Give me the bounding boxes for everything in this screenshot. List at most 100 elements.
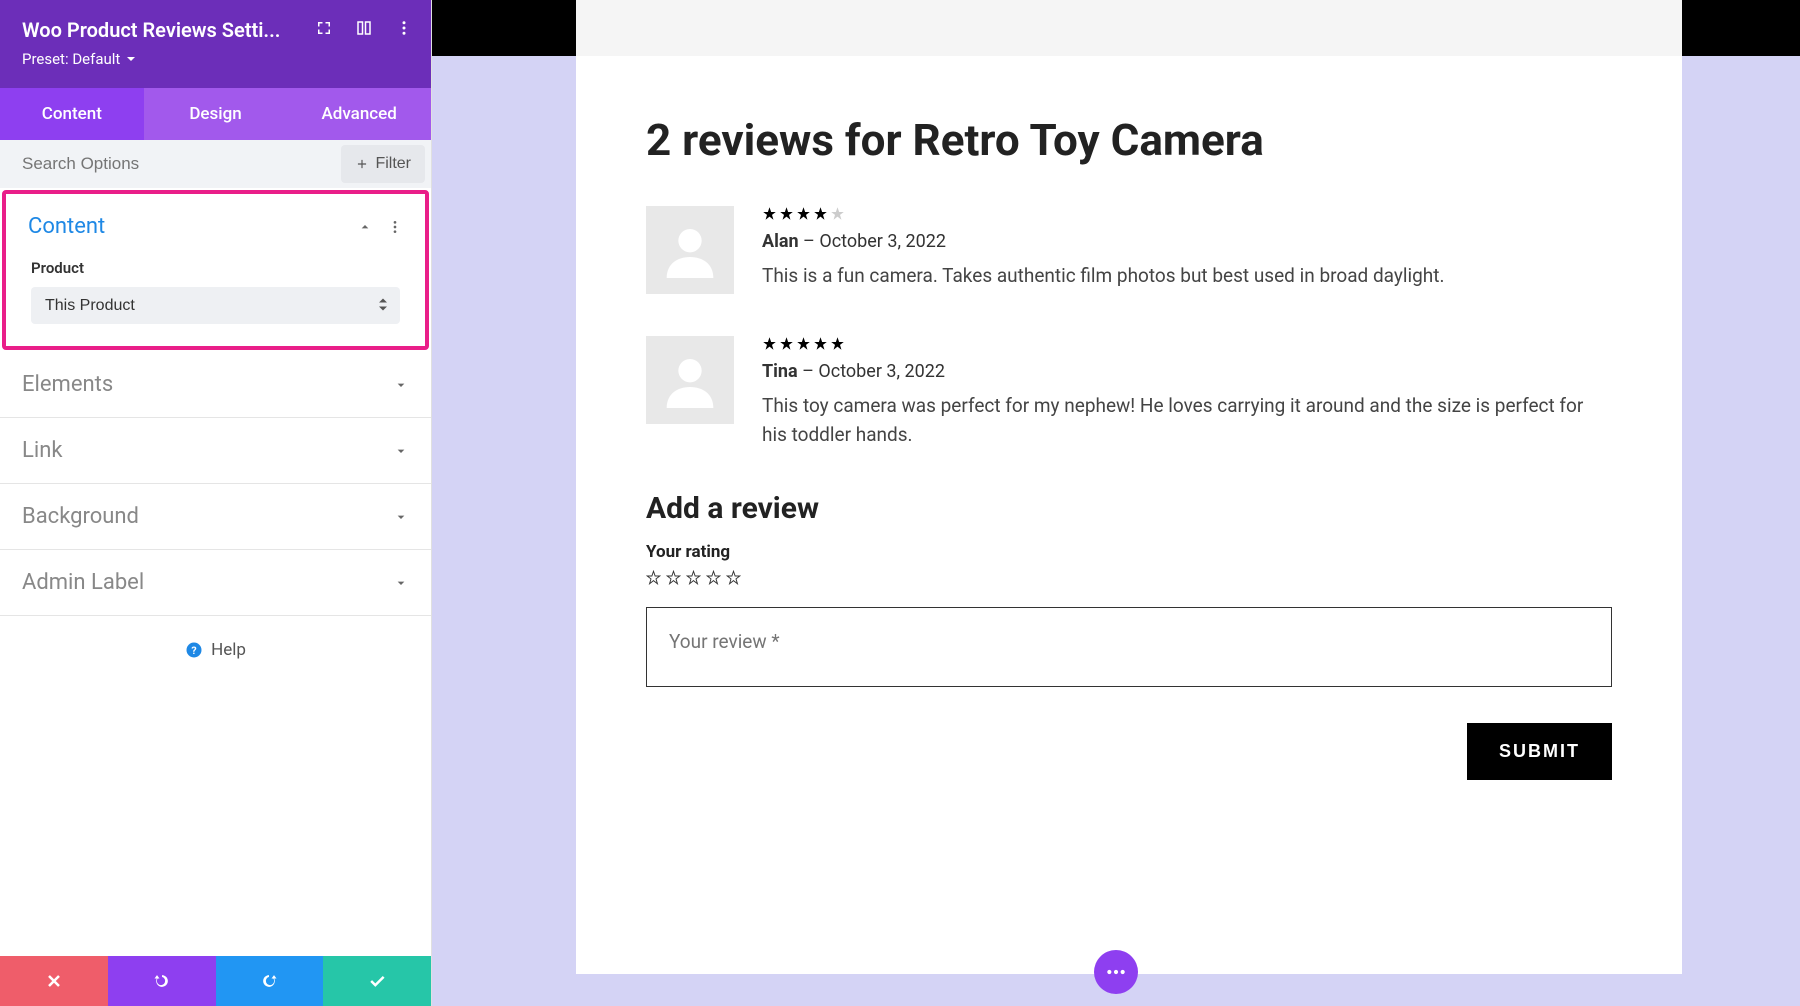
redo-icon xyxy=(259,971,279,991)
section-elements-header[interactable]: Elements xyxy=(0,352,431,417)
section-content-title: Content xyxy=(28,214,105,239)
product-field-label: Product xyxy=(31,259,400,277)
star-icon xyxy=(779,336,794,351)
review-item: Tina – October 3, 2022 This toy camera w… xyxy=(646,336,1612,449)
star-icon xyxy=(796,336,811,351)
review-text: This toy camera was perfect for my nephe… xyxy=(762,392,1612,449)
review-separator: – xyxy=(799,231,820,252)
redo-button[interactable] xyxy=(216,956,324,1006)
top-bar-right xyxy=(1682,0,1800,56)
plus-icon xyxy=(355,157,369,171)
star-icon xyxy=(796,206,811,221)
module-title: Woo Product Reviews Setti... xyxy=(22,18,280,42)
star-icon[interactable] xyxy=(666,570,681,585)
help-label: Help xyxy=(211,640,246,660)
review-meta: Tina – October 3, 2022 xyxy=(762,361,1612,382)
rating-display xyxy=(762,336,1612,351)
chevron-down-icon xyxy=(393,575,409,591)
product-select[interactable]: This Product xyxy=(31,287,400,324)
section-elements-title: Elements xyxy=(22,372,113,397)
section-content: Content Product This Product xyxy=(2,190,429,350)
section-background: Background xyxy=(0,484,431,550)
chevron-down-icon xyxy=(126,54,136,64)
section-link-title: Link xyxy=(22,438,63,463)
review-text: This is a fun camera. Takes authentic fi… xyxy=(762,262,1612,291)
chevron-up-icon xyxy=(357,219,373,235)
star-icon xyxy=(830,336,845,351)
chevron-down-icon xyxy=(393,377,409,393)
section-admin-label-header[interactable]: Admin Label xyxy=(0,550,431,615)
avatar xyxy=(646,336,734,424)
more-icon[interactable] xyxy=(387,219,403,235)
help-link[interactable]: ? Help xyxy=(0,616,431,684)
star-icon[interactable] xyxy=(706,570,721,585)
avatar xyxy=(646,206,734,294)
search-input[interactable] xyxy=(0,140,341,188)
tab-design[interactable]: Design xyxy=(144,88,288,140)
section-background-header[interactable]: Background xyxy=(0,484,431,549)
review-item: Alan – October 3, 2022 This is a fun cam… xyxy=(646,206,1612,294)
columns-icon[interactable] xyxy=(355,19,373,41)
preview-canvas: 2 reviews for Retro Toy Camera Alan – Oc… xyxy=(432,0,1800,1006)
person-icon xyxy=(662,352,718,408)
confirm-button[interactable] xyxy=(323,956,431,1006)
star-icon xyxy=(762,206,777,221)
footer-actions xyxy=(0,956,431,1006)
section-background-title: Background xyxy=(22,504,139,529)
review-author: Tina xyxy=(762,361,798,382)
rating-display xyxy=(762,206,1612,221)
star-icon[interactable] xyxy=(686,570,701,585)
submit-button[interactable]: SUBMIT xyxy=(1467,723,1612,780)
filter-label: Filter xyxy=(375,155,411,173)
review-textarea[interactable] xyxy=(646,607,1612,687)
star-icon[interactable] xyxy=(726,570,741,585)
settings-tabs: Content Design Advanced xyxy=(0,88,431,140)
more-horizontal-icon xyxy=(1106,969,1126,975)
undo-button[interactable] xyxy=(108,956,216,1006)
section-content-header[interactable]: Content xyxy=(6,194,425,259)
review-date: October 3, 2022 xyxy=(818,361,945,382)
close-icon xyxy=(44,971,64,991)
star-icon xyxy=(813,206,828,221)
section-admin-label-title: Admin Label xyxy=(22,570,144,595)
add-review-title: Add a review xyxy=(646,491,1612,526)
rating-label: Your rating xyxy=(646,542,1612,562)
sidebar-header: Woo Product Reviews Setti... Preset: Def… xyxy=(0,0,431,88)
expand-icon[interactable] xyxy=(315,19,333,41)
preset-selector[interactable]: Preset: Default xyxy=(22,50,413,68)
help-icon: ? xyxy=(185,641,203,659)
tab-advanced[interactable]: Advanced xyxy=(287,88,431,140)
review-separator: – xyxy=(798,361,819,382)
section-link: Link xyxy=(0,418,431,484)
reviews-module: 2 reviews for Retro Toy Camera Alan – Oc… xyxy=(576,56,1682,974)
settings-sidebar: Woo Product Reviews Setti... Preset: Def… xyxy=(0,0,432,1006)
review-meta: Alan – October 3, 2022 xyxy=(762,231,1612,252)
more-icon[interactable] xyxy=(395,19,413,41)
review-author: Alan xyxy=(762,231,799,252)
section-link-header[interactable]: Link xyxy=(0,418,431,483)
review-date: October 3, 2022 xyxy=(819,231,946,252)
search-row: Filter xyxy=(0,140,431,188)
chevron-down-icon xyxy=(393,443,409,459)
svg-text:?: ? xyxy=(191,644,196,657)
tab-content[interactable]: Content xyxy=(0,88,144,140)
check-icon xyxy=(367,971,387,991)
star-icon[interactable] xyxy=(646,570,661,585)
star-icon xyxy=(762,336,777,351)
top-bar-left xyxy=(432,0,576,56)
cancel-button[interactable] xyxy=(0,956,108,1006)
top-bar-center xyxy=(576,0,1682,56)
filter-button[interactable]: Filter xyxy=(341,145,425,183)
undo-icon xyxy=(152,971,172,991)
star-icon xyxy=(779,206,794,221)
preset-label: Preset: Default xyxy=(22,50,120,68)
chevron-down-icon xyxy=(393,509,409,525)
star-icon xyxy=(830,206,845,221)
section-admin-label: Admin Label xyxy=(0,550,431,616)
star-icon xyxy=(813,336,828,351)
reviews-title: 2 reviews for Retro Toy Camera xyxy=(646,114,1612,166)
module-options-fab[interactable] xyxy=(1094,950,1138,994)
rating-input[interactable] xyxy=(646,570,1612,585)
person-icon xyxy=(662,222,718,278)
section-elements: Elements xyxy=(0,352,431,418)
